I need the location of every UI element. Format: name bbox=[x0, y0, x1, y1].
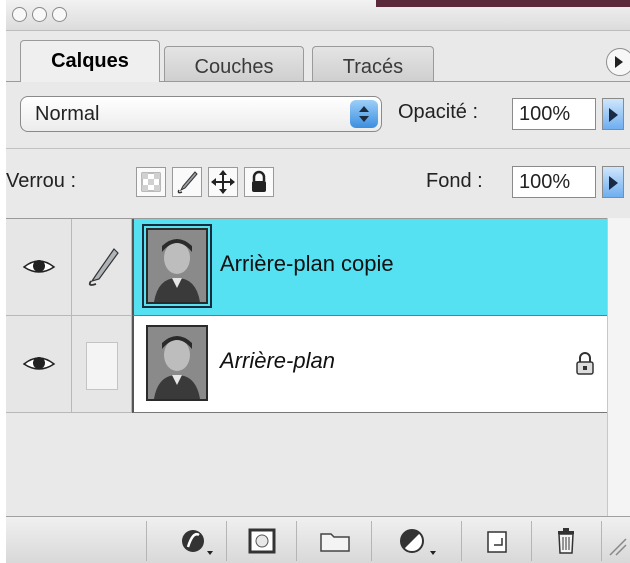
opacity-label: Opacité : bbox=[398, 101, 479, 123]
trash-icon bbox=[558, 528, 574, 554]
opacity-value: 100% bbox=[519, 103, 571, 125]
layer-name[interactable]: Arrière-plan copie bbox=[220, 251, 394, 277]
layers-scrollbar[interactable] bbox=[607, 218, 630, 516]
blend-mode-select[interactable]: Normal bbox=[20, 96, 382, 132]
lock-label: Verrou : bbox=[6, 170, 77, 192]
zoom-button[interactable] bbox=[52, 7, 67, 22]
stepper-down-arrow-icon bbox=[359, 116, 369, 122]
opacity-field[interactable]: 100% bbox=[512, 98, 596, 130]
blend-mode-stepper-icon[interactable] bbox=[350, 100, 378, 128]
eye-icon bbox=[22, 357, 56, 370]
tab-traces-label: Tracés bbox=[342, 56, 404, 78]
move-cross-icon bbox=[211, 170, 235, 194]
lock-all-button[interactable] bbox=[244, 167, 274, 197]
layer-name[interactable]: Arrière-plan bbox=[220, 348, 335, 374]
opacity-slider-button[interactable] bbox=[602, 98, 624, 130]
layer-content[interactable]: Arrière-plan copie bbox=[132, 219, 607, 316]
portrait-thumbnail-icon bbox=[148, 327, 206, 399]
fill-field[interactable]: 100% bbox=[512, 166, 596, 198]
minimize-button[interactable] bbox=[32, 7, 47, 22]
layers-panel: Calques Couches Tracés Normal Opacité : … bbox=[6, 0, 630, 563]
layer-thumbnail bbox=[146, 325, 208, 401]
tab-couches-label: Couches bbox=[194, 56, 274, 78]
layers-toolbar bbox=[6, 516, 630, 563]
fill-value: 100% bbox=[519, 171, 571, 193]
visibility-toggle[interactable] bbox=[6, 219, 72, 316]
close-button[interactable] bbox=[12, 7, 27, 22]
fill-slider-button[interactable] bbox=[602, 166, 624, 198]
new-adjustment-layer-button[interactable] bbox=[371, 521, 461, 561]
add-layer-mask-button[interactable] bbox=[226, 521, 296, 561]
blend-mode-value: Normal bbox=[35, 103, 100, 125]
adjustment-layer-icon bbox=[400, 529, 436, 555]
lock-transparency-button[interactable] bbox=[136, 167, 166, 197]
portrait-thumbnail-icon bbox=[148, 230, 206, 302]
layer-thumbnail bbox=[142, 224, 212, 308]
layer-row-arriere-plan[interactable]: Arrière-plan bbox=[6, 316, 607, 413]
visibility-toggle[interactable] bbox=[6, 316, 72, 413]
divider bbox=[6, 148, 630, 149]
panel-tabs: Calques Couches Tracés bbox=[6, 40, 630, 82]
brush-icon bbox=[88, 248, 119, 286]
background-window-edge bbox=[376, 0, 630, 7]
tab-couches[interactable]: Couches bbox=[164, 46, 304, 81]
layers-list: Arrière-plan copie Arrière-plan bbox=[6, 218, 607, 517]
tab-traces[interactable]: Tracés bbox=[312, 46, 434, 81]
tab-calques-label: Calques bbox=[51, 50, 129, 72]
brush-icon bbox=[177, 171, 198, 194]
add-layer-style-button[interactable] bbox=[146, 521, 226, 561]
new-group-button[interactable] bbox=[296, 521, 371, 561]
panel-title-bar bbox=[6, 0, 630, 31]
transparency-checker-icon bbox=[141, 172, 161, 192]
layer-style-icon bbox=[182, 530, 213, 555]
lock-position-button[interactable] bbox=[208, 167, 238, 197]
delete-layer-button[interactable] bbox=[531, 521, 601, 561]
padlock-icon bbox=[576, 352, 594, 375]
layer-row-arriere-plan-copie[interactable]: Arrière-plan copie bbox=[6, 219, 607, 316]
resize-grip-icon bbox=[609, 538, 627, 556]
new-layer-icon bbox=[487, 531, 507, 553]
layer-content[interactable]: Arrière-plan bbox=[132, 316, 607, 413]
tab-calques[interactable]: Calques bbox=[20, 40, 160, 82]
empty-link-box bbox=[86, 342, 118, 390]
eye-icon bbox=[22, 260, 56, 273]
stepper-up-arrow-icon bbox=[359, 106, 369, 112]
lock-pixels-button[interactable] bbox=[172, 167, 202, 197]
layer-mask-icon bbox=[248, 528, 276, 554]
new-layer-button[interactable] bbox=[461, 521, 531, 561]
link-toggle[interactable] bbox=[72, 316, 132, 413]
resize-grip[interactable] bbox=[601, 521, 630, 561]
new-group-icon bbox=[320, 533, 350, 552]
padlock-icon bbox=[252, 170, 266, 192]
panel-menu-button[interactable] bbox=[606, 48, 630, 76]
fill-label: Fond : bbox=[426, 170, 483, 192]
link-toggle[interactable] bbox=[72, 219, 132, 316]
